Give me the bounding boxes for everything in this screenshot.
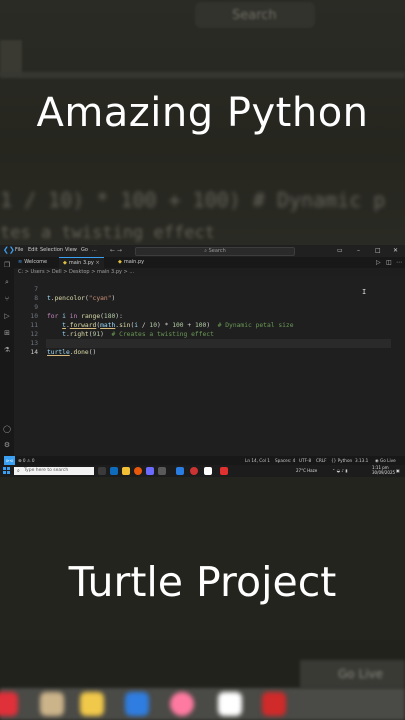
current-line-highlight — [46, 339, 391, 348]
weather-widget[interactable]: 27°C Haze — [296, 468, 317, 473]
notifications-icon[interactable]: ▣ — [396, 468, 400, 473]
blurred-search-text: Search — [232, 8, 277, 23]
firefox-icon[interactable] — [134, 467, 142, 475]
blurred-go-live-text: Go Live — [338, 667, 383, 681]
close-icon[interactable]: ✕ — [393, 247, 398, 254]
menu-more[interactable]: ... — [92, 247, 97, 253]
app-icon[interactable] — [158, 467, 166, 475]
youtube-icon[interactable] — [220, 467, 228, 475]
menu-view[interactable]: View — [65, 247, 77, 253]
tab-welcome[interactable]: ≋ Welcome — [14, 257, 51, 268]
tab-label: main.py — [123, 259, 145, 265]
edge-icon[interactable] — [110, 467, 118, 475]
vscode-taskbar-icon[interactable] — [176, 467, 184, 475]
windows-start-icon[interactable] — [3, 467, 10, 474]
code-line-10: t.forward(math.sin(i / 10) * 100 + 100) … — [62, 322, 294, 329]
menu-go[interactable]: Go — [81, 247, 88, 253]
blurred-app-icon — [80, 692, 104, 716]
source-control-icon[interactable]: ⑂ — [3, 295, 11, 303]
testing-icon[interactable]: ⚗ — [3, 346, 11, 354]
python-file-icon: ◆ — [63, 260, 67, 266]
windows-taskbar: ⌕ Type here to search 27°C Haze ⌃ ◒ ♪ ▮ 1… — [0, 465, 405, 477]
breadcrumb[interactable]: C: > Users > Dell > Desktop > main 3.py … — [18, 269, 134, 275]
vscode-window: ❮❯ File Edit Selection View Go ... ← → ⌕… — [0, 245, 405, 477]
blurred-bar — [0, 72, 405, 78]
blurred-panel — [0, 40, 22, 76]
code-editor[interactable]: I 7 t.pencolor("cyan") 8 9 for i in rang… — [14, 276, 405, 465]
remote-indicator-icon[interactable]: ⊳⊲ — [4, 456, 16, 465]
file-explorer-icon[interactable] — [122, 467, 130, 475]
blurred-comment-line: tes a twisting effect — [0, 223, 215, 243]
blurred-app-icon — [170, 692, 194, 716]
language-mode[interactable]: {} Python — [331, 456, 352, 465]
vscode-logo-icon: ❮❯ — [3, 246, 15, 254]
blurred-app-icon — [0, 692, 18, 716]
taskbar-search[interactable]: ⌕ Type here to search — [14, 467, 94, 475]
encoding[interactable]: UTF-8 — [299, 456, 311, 465]
mouse-text-cursor-icon: I — [362, 288, 367, 296]
code-line-7: t.pencolor("cyan") — [47, 295, 116, 302]
maximize-icon[interactable]: □ — [375, 247, 381, 254]
activity-bar: ❐ ⌕ ⑂ ▷ ⊞ ⚗ ◯ ⚙ — [0, 257, 14, 465]
editor-tabs: ≋ Welcome ◆ main 3.py × ◆ main.py — [14, 257, 405, 269]
title-bar: ❮❯ File Edit Selection View Go ... ← → ⌕… — [0, 245, 405, 257]
menu-selection[interactable]: Selection — [40, 247, 63, 253]
tab-main-3-py[interactable]: ◆ main 3.py × — [59, 257, 104, 269]
store-icon[interactable] — [146, 467, 154, 475]
run-file-icon[interactable]: ▷ — [376, 259, 381, 266]
nav-back-forward-icon[interactable]: ← → — [110, 247, 122, 254]
problems-indicator[interactable]: ⊗ 0 ⚠ 0 — [18, 456, 35, 465]
blurred-app-icon — [40, 692, 64, 716]
python-file-icon: ◆ — [118, 259, 122, 265]
code-line-11: t.right(91) # Creates a twisting effect — [62, 331, 214, 338]
line-ending[interactable]: CRLF — [316, 456, 327, 465]
tab-label: main 3.py — [68, 260, 94, 266]
settings-gear-icon[interactable]: ⚙ — [3, 441, 11, 449]
more-actions-icon[interactable]: ⋯ — [396, 259, 402, 266]
explorer-icon[interactable]: ❐ — [3, 261, 11, 269]
blurred-vscode-icon — [125, 692, 149, 716]
blurred-app-icon — [218, 692, 242, 716]
blurred-code-line: 1 / 10) * 100 + 100) # Dynamic p — [0, 188, 386, 212]
task-view-icon[interactable] — [98, 467, 106, 475]
extensions-icon[interactable]: ⊞ — [3, 329, 11, 337]
cursor-position[interactable]: Ln 14, Col 1 — [245, 456, 270, 465]
minimize-icon[interactable]: – — [357, 247, 360, 254]
status-bar: ⊳⊲ ⊗ 0 ⚠ 0 Ln 14, Col 1 Spaces: 4 UTF-8 … — [0, 456, 405, 465]
python-version[interactable]: 3.13.1 — [355, 456, 368, 465]
taskbar-search-placeholder: Type here to search — [24, 468, 69, 473]
command-center-search[interactable]: ⌕ Search — [135, 247, 295, 256]
line-number-current: 14 — [30, 349, 38, 356]
blurred-app-icon — [262, 692, 286, 716]
split-editor-icon[interactable]: ◫ — [386, 259, 392, 266]
indentation[interactable]: Spaces: 4 — [275, 456, 295, 465]
menu-edit[interactable]: Edit — [28, 247, 38, 253]
run-debug-icon[interactable]: ▷ — [3, 312, 11, 320]
overlay-title-top: Amazing Python — [36, 90, 369, 136]
app-icon[interactable] — [204, 467, 212, 475]
go-live-button[interactable]: ◉ Go Live — [375, 456, 396, 465]
code-line-9: for i in range(180): — [47, 313, 123, 320]
layout-icon[interactable]: ▭ — [337, 247, 343, 254]
search-icon[interactable]: ⌕ — [3, 278, 11, 286]
overlay-title-bottom: Turtle Project — [68, 558, 337, 606]
tab-main-py[interactable]: ◆ main.py — [114, 257, 148, 268]
search-label: Search — [208, 248, 226, 254]
account-icon[interactable]: ◯ — [3, 425, 11, 433]
chrome-icon[interactable] — [190, 467, 198, 475]
clock-date[interactable]: 30/09/2025 — [372, 470, 395, 475]
tab-close-icon[interactable]: × — [95, 260, 99, 266]
tab-label: Welcome — [24, 259, 48, 265]
search-icon: ⌕ — [17, 468, 20, 474]
vscode-tab-icon: ≋ — [18, 259, 23, 265]
system-tray-icons[interactable]: ⌃ ◒ ♪ ▮ — [332, 468, 347, 473]
code-line-13: turtle.done() — [47, 349, 97, 356]
menu-file[interactable]: File — [15, 247, 23, 253]
